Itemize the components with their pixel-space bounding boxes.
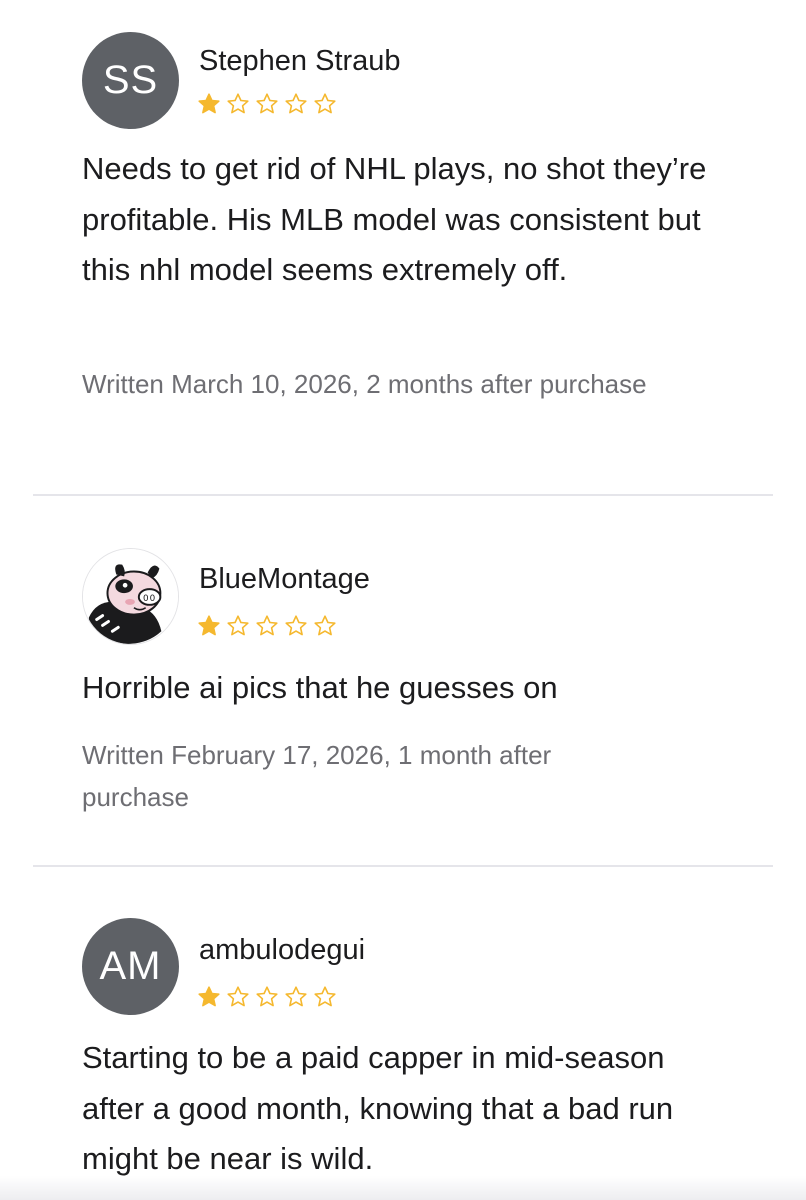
- star-outline-icon: [227, 986, 249, 1007]
- star-icon: [198, 93, 220, 114]
- star-rating: [197, 92, 337, 116]
- star-outline-icon: [227, 615, 249, 636]
- svg-text:00: 00: [143, 594, 156, 604]
- reviewer-name[interactable]: ambulodegui: [199, 933, 365, 967]
- star-icon: [198, 615, 220, 636]
- avatar[interactable]: AM: [82, 918, 179, 1015]
- star-outline-icon: [285, 986, 307, 1007]
- star-rating: [197, 614, 337, 638]
- star-outline-icon: [227, 93, 249, 114]
- avatar[interactable]: SS: [82, 32, 179, 129]
- review-text: Horrible ai pics that he guesses on: [82, 670, 558, 705]
- star-rating: [197, 985, 337, 1009]
- review-text: Starting to be a paid capper in mid-seas…: [82, 1040, 674, 1176]
- scroll-fade: [0, 1176, 806, 1200]
- avatar[interactable]: 00: [82, 548, 179, 645]
- review-date: Written February 17, 2026, 1 month after…: [82, 740, 552, 812]
- star-icon: [198, 986, 220, 1007]
- star-outline-icon: [314, 615, 336, 636]
- star-outline-icon: [285, 93, 307, 114]
- cartoon-pig-avatar-icon: 00: [83, 549, 178, 644]
- star-outline-icon: [314, 986, 336, 1007]
- star-outline-icon: [256, 615, 278, 636]
- star-outline-icon: [285, 615, 307, 636]
- divider: [33, 865, 773, 867]
- divider: [33, 494, 773, 496]
- review-text: Needs to get rid of NHL plays, no shot t…: [82, 151, 707, 287]
- reviewer-name[interactable]: BlueMontage: [199, 562, 370, 596]
- review-date: Written March 10, 2026, 2 months after p…: [82, 369, 647, 399]
- star-outline-icon: [314, 93, 336, 114]
- reviews-page: SS Stephen Straub Needs to get rid of NH…: [0, 0, 806, 1200]
- reviewer-name[interactable]: Stephen Straub: [199, 44, 401, 78]
- star-outline-icon: [256, 93, 278, 114]
- star-outline-icon: [256, 986, 278, 1007]
